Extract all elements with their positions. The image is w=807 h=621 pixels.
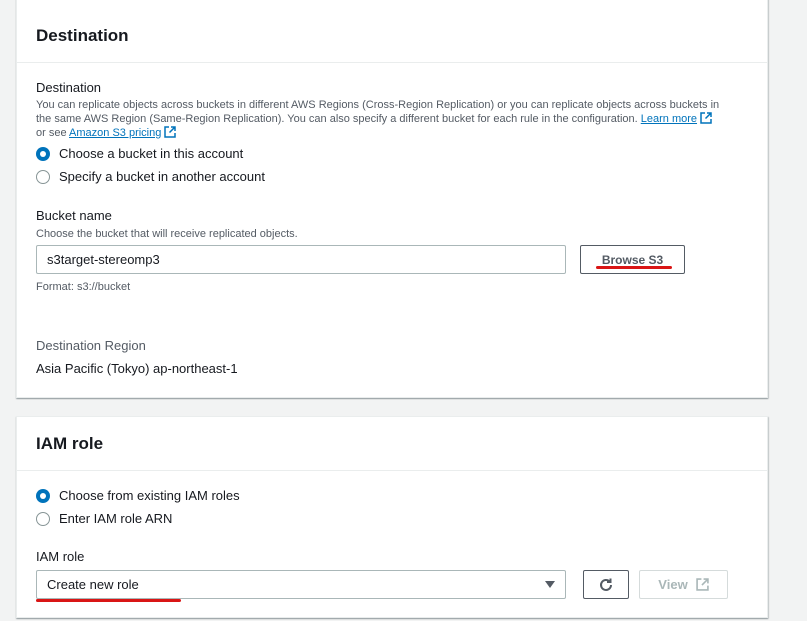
view-button-label: View	[658, 577, 688, 592]
bucket-name-description: Choose the bucket that will receive repl…	[36, 228, 298, 240]
destination-description: You can replicate objects across buckets…	[36, 98, 748, 140]
iam-role-select[interactable]: Create new role	[36, 570, 566, 599]
radio-button[interactable]	[36, 169, 50, 184]
caret-down-icon	[545, 581, 555, 588]
destination-section-label: Destination	[36, 80, 102, 95]
learn-more-link[interactable]: Learn more	[641, 113, 697, 125]
iam-panel-title: IAM role	[36, 433, 104, 453]
destination-panel-title: Destination	[36, 25, 129, 45]
view-button[interactable]: View	[639, 570, 728, 599]
iam-role-panel: IAM role Choose from existing IAM roles …	[16, 416, 768, 618]
radio-existing-iam-roles[interactable]: Choose from existing IAM roles	[36, 488, 240, 503]
format-hint: Format: s3://bucket	[36, 281, 131, 293]
annotation-underline	[596, 266, 672, 269]
destination-panel-header: Destination	[17, 0, 767, 63]
pricing-link[interactable]: Amazon S3 pricing	[69, 127, 161, 139]
radio-label: Choose a bucket in this account	[59, 146, 244, 161]
destination-region-value: Asia Pacific (Tokyo) ap-northeast-1	[36, 361, 238, 376]
radio-bucket-this-account[interactable]: Choose a bucket in this account	[36, 146, 243, 161]
external-link-icon	[164, 126, 177, 138]
radio-button[interactable]	[36, 511, 50, 526]
external-link-icon	[695, 578, 709, 591]
or-see-text: or see	[36, 127, 67, 139]
radio-button-checked[interactable]	[36, 488, 50, 503]
bucket-name-input[interactable]	[36, 245, 566, 274]
radio-bucket-another-account[interactable]: Specify a bucket in another account	[36, 169, 265, 184]
refresh-button[interactable]	[583, 570, 629, 599]
destination-region-label: Destination Region	[36, 338, 146, 353]
iam-role-select-value: Create new role	[47, 577, 139, 592]
iam-role-label: IAM role	[36, 549, 85, 564]
radio-button-checked[interactable]	[36, 146, 50, 161]
refresh-icon	[600, 578, 612, 591]
iam-panel-header: IAM role	[17, 417, 767, 471]
annotation-underline	[36, 599, 181, 602]
description-line1: You can replicate objects across buckets…	[36, 99, 720, 111]
radio-label: Choose from existing IAM roles	[59, 488, 240, 503]
radio-label: Specify a bucket in another account	[59, 169, 265, 184]
browse-s3-button[interactable]: Browse S3	[580, 245, 685, 274]
description-line2: the same AWS Region (Same-Region Replica…	[36, 113, 638, 125]
radio-enter-iam-arn[interactable]: Enter IAM role ARN	[36, 511, 172, 526]
radio-label: Enter IAM role ARN	[59, 511, 173, 526]
destination-panel: Destination Destination You can replicat…	[16, 0, 768, 398]
bucket-name-label: Bucket name	[36, 208, 112, 223]
external-link-icon	[700, 112, 712, 124]
